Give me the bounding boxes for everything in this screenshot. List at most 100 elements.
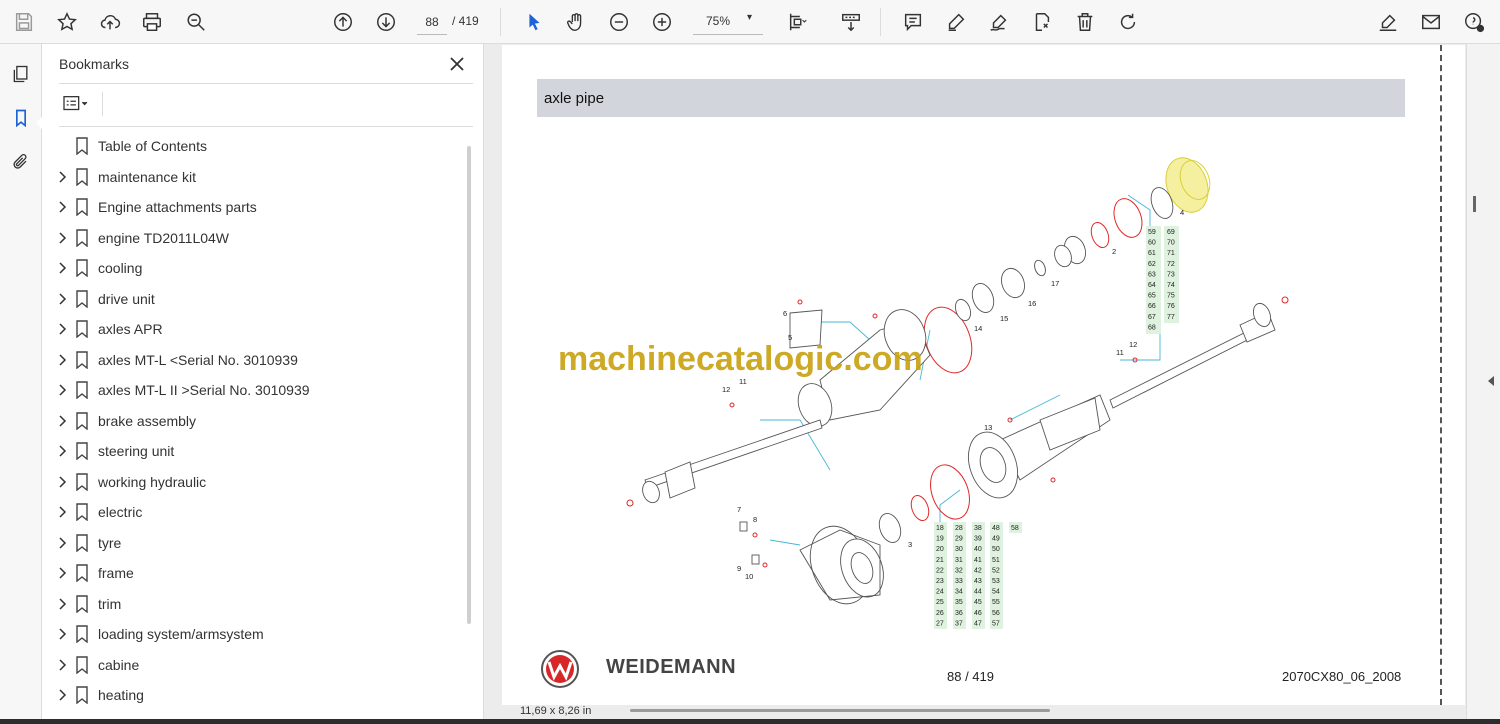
bookmark-item[interactable]: cabine: [42, 650, 467, 681]
bookmark-item[interactable]: drive unit: [42, 284, 467, 315]
table-cell: 49: [992, 536, 1000, 543]
mail-icon[interactable]: [1416, 7, 1446, 37]
stamp-icon[interactable]: [1027, 7, 1057, 37]
table-cell: 55: [992, 599, 1000, 606]
scroll-mode-icon[interactable]: [836, 7, 866, 37]
scrollbar-thumb[interactable]: [1473, 196, 1476, 212]
pages-thumbnail-icon[interactable]: [7, 60, 35, 88]
bookmark-item[interactable]: loading system/armsystem: [42, 619, 467, 650]
zoom-level-select[interactable]: 75% ▾: [693, 9, 763, 35]
callout-label: 2: [1112, 247, 1116, 256]
bookmark-item[interactable]: frame: [42, 558, 467, 589]
chevron-right-icon[interactable]: [55, 444, 69, 458]
bookmark-item[interactable]: Table of Contents: [42, 131, 467, 162]
chevron-right-icon[interactable]: [55, 597, 69, 611]
bookmark-item[interactable]: brake assembly: [42, 406, 467, 437]
page-down-icon[interactable]: [371, 7, 401, 37]
bookmark-item[interactable]: maintenance kit: [42, 162, 467, 193]
star-icon[interactable]: [52, 7, 82, 37]
document-code: 2070CX80_06_2008: [1282, 669, 1402, 684]
table-cell: 74: [1167, 282, 1175, 289]
page-up-icon[interactable]: [328, 7, 358, 37]
zoom-out-icon[interactable]: [604, 7, 634, 37]
table-cell: 23: [936, 578, 944, 585]
bookmark-item[interactable]: trim: [42, 589, 467, 620]
callout-label: 9: [737, 564, 741, 573]
comment-icon[interactable]: [898, 7, 928, 37]
bookmark-item[interactable]: electric: [42, 497, 467, 528]
expand-right-panel-icon[interactable]: [1488, 376, 1494, 386]
bookmark-options-button[interactable]: [59, 92, 95, 116]
bookmark-item[interactable]: axles MT-L <Serial No. 3010939: [42, 345, 467, 376]
horizontal-scrollbar[interactable]: [630, 709, 1050, 712]
bookmark-label: Table of Contents: [98, 138, 207, 154]
highlight-pen-icon[interactable]: [941, 7, 971, 37]
bookmark-icon: [76, 198, 88, 216]
chevron-right-icon[interactable]: [55, 566, 69, 580]
select-cursor-icon[interactable]: [519, 7, 549, 37]
bookmark-icon: [76, 564, 88, 582]
table-cell: 44: [974, 589, 982, 596]
chevron-right-icon[interactable]: [55, 627, 69, 641]
bookmark-item[interactable]: cooling: [42, 253, 467, 284]
chevron-right-icon[interactable]: [55, 688, 69, 702]
table-cell: 56: [992, 610, 1000, 617]
callout-label: 4: [1180, 208, 1184, 217]
bookmark-item[interactable]: tyre: [42, 528, 467, 559]
table-cell: 25: [936, 599, 944, 606]
rotate-icon[interactable]: [1113, 7, 1143, 37]
bookmark-icon: [76, 381, 88, 399]
chevron-right-icon[interactable]: [55, 414, 69, 428]
save-icon[interactable]: [9, 7, 39, 37]
account-icon[interactable]: [1459, 7, 1489, 37]
bookmarks-icon[interactable]: [7, 104, 35, 132]
upload-cloud-icon[interactable]: [95, 7, 125, 37]
chevron-right-icon[interactable]: [55, 200, 69, 214]
delete-icon[interactable]: [1070, 7, 1100, 37]
bookmark-label: cabine: [98, 656, 140, 673]
page-footer-number: 88 / 419: [947, 669, 994, 684]
callout-label: 11: [1116, 348, 1124, 357]
bookmark-icon: [76, 594, 88, 613]
print-icon[interactable]: [137, 7, 167, 37]
bookmark-label: frame: [98, 565, 134, 581]
sign-icon[interactable]: [1373, 7, 1403, 37]
bookmark-item[interactable]: axles APR: [42, 314, 467, 345]
chevron-right-icon[interactable]: [55, 536, 69, 550]
page-number-input[interactable]: [417, 9, 447, 35]
draw-icon[interactable]: [984, 7, 1014, 37]
exploded-parts-drawing: 2 3 4 5 6 7 8 9 10 11 11 12 12 13 14 15 …: [626, 157, 1289, 629]
table-cell: 35: [955, 599, 963, 606]
watermark-text: machinecatalogic.com: [558, 340, 923, 378]
chevron-right-icon[interactable]: [55, 505, 69, 519]
table-cell: 77: [1167, 314, 1175, 321]
chevron-right-icon[interactable]: [55, 475, 69, 489]
attachments-icon[interactable]: [7, 148, 35, 176]
zoom-in-icon[interactable]: [647, 7, 677, 37]
chevron-right-icon[interactable]: [55, 261, 69, 275]
fit-page-icon[interactable]: [783, 7, 813, 37]
chevron-right-icon[interactable]: [55, 170, 69, 184]
bookmark-item[interactable]: axles MT-L II >Serial No. 3010939: [42, 375, 467, 406]
chevron-right-icon[interactable]: [55, 353, 69, 367]
bookmark-item[interactable]: steering unit: [42, 436, 467, 467]
bookmark-item[interactable]: working hydraulic: [42, 467, 467, 498]
chevron-right-icon[interactable]: [55, 292, 69, 306]
bookmark-label: trim: [98, 595, 122, 612]
zoom-search-icon[interactable]: [181, 7, 211, 37]
panel-divider: [59, 83, 473, 84]
bookmark-item[interactable]: Engine attachments parts: [42, 192, 467, 223]
chevron-right-icon[interactable]: [55, 231, 69, 245]
bookmark-item[interactable]: engine TD2011L04W: [42, 223, 467, 254]
hand-pan-icon[interactable]: [561, 7, 591, 37]
chevron-right-icon[interactable]: [55, 658, 69, 672]
vertical-scrollbar[interactable]: [1466, 44, 1500, 724]
table-cell: 61: [1148, 250, 1156, 257]
panel-scrollbar[interactable]: [467, 146, 471, 624]
bookmark-label: maintenance kit: [98, 168, 197, 185]
close-icon[interactable]: [446, 53, 468, 75]
chevron-right-icon[interactable]: [55, 383, 69, 397]
bookmark-item[interactable]: heating: [42, 680, 467, 711]
table-cell: 68: [1148, 324, 1156, 331]
chevron-right-icon[interactable]: [55, 322, 69, 336]
